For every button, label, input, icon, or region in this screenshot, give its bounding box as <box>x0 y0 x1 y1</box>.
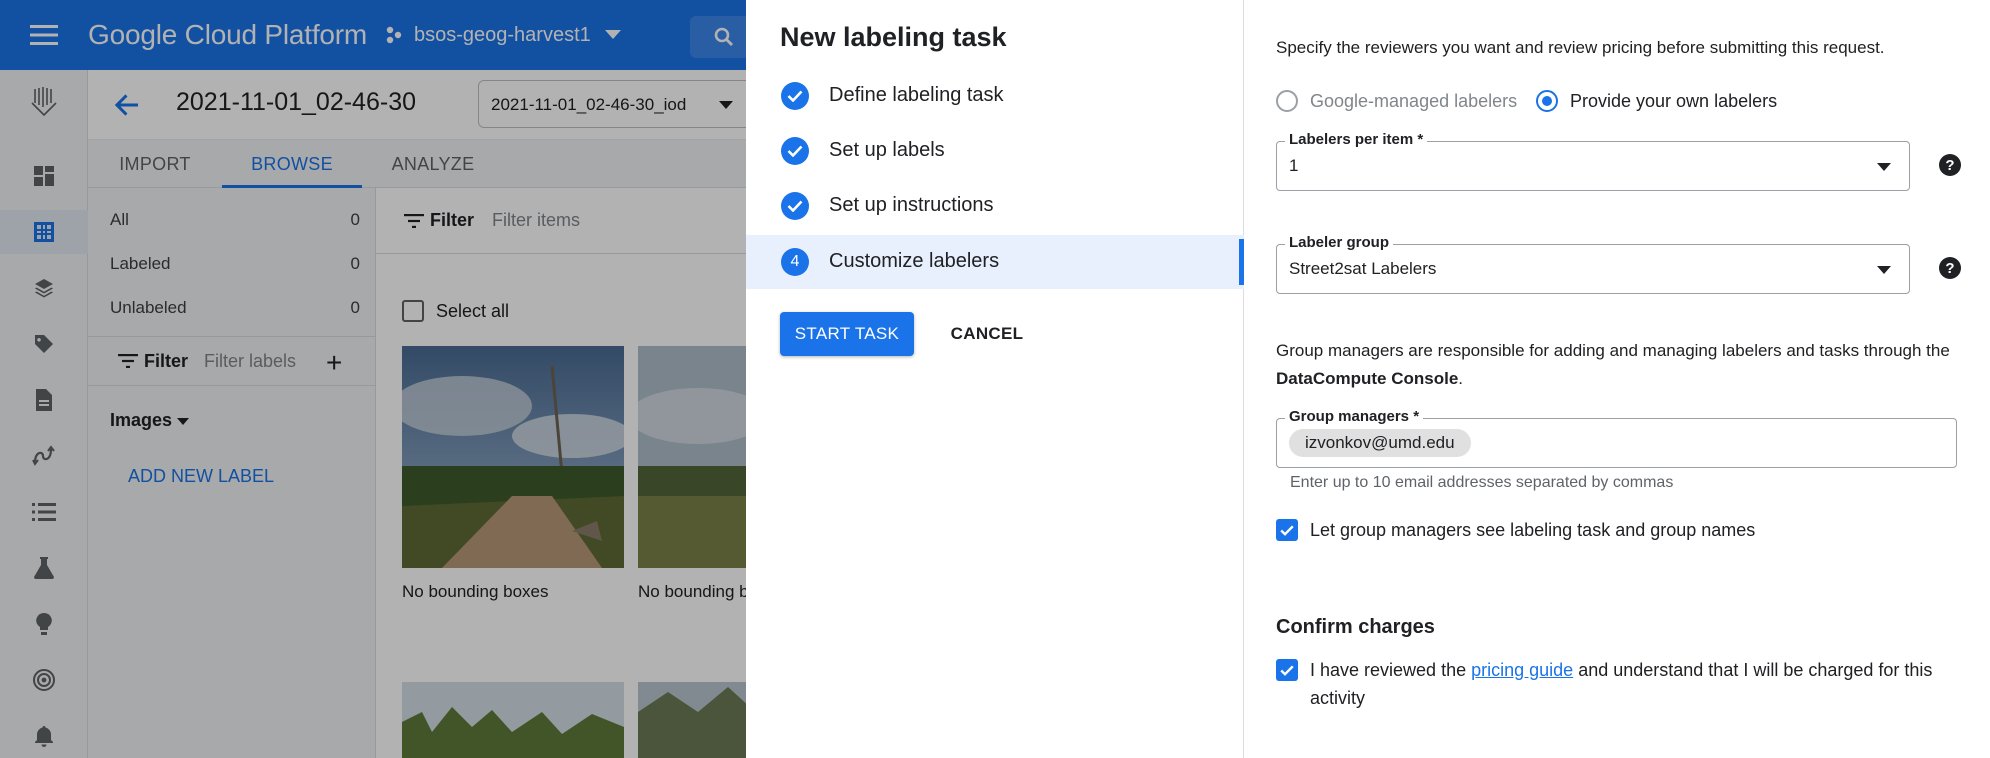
field-label: Labelers per item * <box>1285 131 1428 148</box>
chevron-down-icon <box>1877 266 1891 274</box>
group-managers-field[interactable]: Group managers * izvonkov@umd.edu <box>1276 408 1957 468</box>
datacompute-console-text: DataCompute Console <box>1276 369 1459 388</box>
let-managers-checkbox[interactable]: Let group managers see labeling task and… <box>1276 516 1755 544</box>
managers-text: Group managers are responsible for addin… <box>1276 341 1950 360</box>
cancel-button[interactable]: CANCEL <box>942 312 1032 356</box>
step-customize-labelers[interactable]: 4 Customize labelers <box>746 235 1244 289</box>
step-set-up-labels[interactable]: Set up labels <box>746 124 1244 178</box>
field-value: Street2sat Labelers <box>1289 259 1437 278</box>
radio-google-managed[interactable]: Google-managed labelers <box>1276 90 1517 112</box>
pricing-guide-link[interactable]: pricing guide <box>1471 660 1573 680</box>
check-circle-icon <box>781 192 809 220</box>
step-number: 4 <box>781 248 809 276</box>
checkbox-label: Let group managers see labeling task and… <box>1310 520 1756 540</box>
form-intro: Specify the reviewers you want and revie… <box>1276 38 1885 57</box>
labeler-group-select[interactable]: Labeler group Street2sat Labelers <box>1276 234 1910 294</box>
email-chip[interactable]: izvonkov@umd.edu <box>1289 429 1471 457</box>
checkbox-checked-icon <box>1276 519 1298 541</box>
step-label: Customize labelers <box>829 250 1000 272</box>
wizard-title: New labeling task <box>780 22 1007 52</box>
managers-end: . <box>1458 369 1464 388</box>
confirm-charges-heading: Confirm charges <box>1276 616 1435 638</box>
check-circle-icon <box>781 137 809 165</box>
step-label: Define labeling task <box>829 84 1004 106</box>
step-label: Set up instructions <box>829 194 994 216</box>
confirm-charges-checkbox[interactable]: I have reviewed the pricing guide and un… <box>1276 656 1956 712</box>
checkbox-label: I have reviewed the pricing guide and un… <box>1310 656 1956 712</box>
modal-scrim[interactable] <box>0 0 746 758</box>
step-set-up-instructions[interactable]: Set up instructions <box>746 179 1244 233</box>
help-icon[interactable]: ? <box>1939 154 1961 176</box>
check-circle-icon <box>781 82 809 110</box>
wizard-panel: New labeling task Define labeling task S… <box>746 0 1244 758</box>
radio-button <box>1276 90 1298 112</box>
step-label: Set up labels <box>829 139 945 161</box>
radio-provide-own[interactable]: Provide your own labelers <box>1536 90 1777 112</box>
radio-button <box>1536 90 1558 112</box>
checkbox-checked-icon <box>1276 659 1298 681</box>
radio-label: Google-managed labelers <box>1310 90 1518 111</box>
labelers-per-item-select[interactable]: Labelers per item * 1 <box>1276 131 1910 191</box>
confirm-pre: I have reviewed the <box>1310 660 1467 680</box>
page: { "topbar": { "brand": "Google Cloud Pla… <box>0 0 1990 758</box>
help-icon[interactable]: ? <box>1939 257 1961 279</box>
chevron-down-icon <box>1877 163 1891 171</box>
labelers-form: Specify the reviewers you want and revie… <box>1244 0 1990 758</box>
field-label: Group managers * <box>1285 408 1424 425</box>
field-label: Labeler group <box>1285 234 1394 251</box>
start-task-button[interactable]: START TASK <box>780 312 914 356</box>
group-managers-hint: Enter up to 10 email addresses separated… <box>1290 474 1674 491</box>
field-value: 1 <box>1289 156 1299 175</box>
radio-label: Provide your own labelers <box>1570 90 1778 111</box>
step-define-task[interactable]: Define labeling task <box>746 69 1244 123</box>
managers-description: Group managers are responsible for addin… <box>1276 337 1976 393</box>
